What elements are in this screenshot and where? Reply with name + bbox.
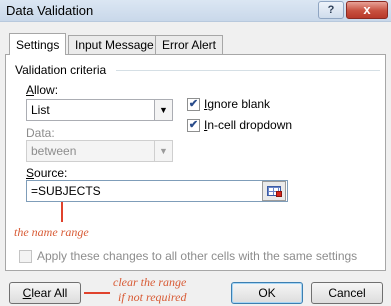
tab-settings[interactable]: Settings <box>9 33 67 55</box>
in-cell-dropdown-label: In-cell dropdown <box>204 118 293 132</box>
tab-input-message[interactable]: Input Message <box>68 35 161 54</box>
checkmark-icon: ✔ <box>188 119 199 131</box>
clear-range-annotation-line2: if not required <box>118 290 187 304</box>
settings-panel: Validation criteria Allow: List ▼ Data: … <box>5 54 386 271</box>
title-bar: Data Validation ? x <box>0 0 391 22</box>
ignore-blank-label: Ignore blank <box>204 97 271 111</box>
checkmark-icon: ✔ <box>188 98 199 110</box>
help-button[interactable]: ? <box>318 1 344 19</box>
range-selector-button[interactable] <box>262 181 286 201</box>
allow-select[interactable]: List ▼ <box>26 99 173 121</box>
help-icon: ? <box>327 4 335 16</box>
source-value: =SUBJECTS <box>31 184 101 198</box>
cancel-button[interactable]: Cancel <box>311 282 383 304</box>
data-value: between <box>31 144 77 158</box>
in-cell-dropdown-checkbox[interactable]: ✔ <box>187 119 200 132</box>
apply-all-label: Apply these changes to all other cells w… <box>37 249 358 263</box>
name-range-annotation: the name range <box>14 225 89 239</box>
name-range-pointer <box>61 202 63 222</box>
data-label: Data: <box>26 126 55 140</box>
allow-value: List <box>31 103 50 117</box>
source-label: Source: <box>26 166 68 180</box>
allow-label: Allow: <box>26 83 59 97</box>
range-selector-mark <box>276 191 282 197</box>
clear-range-pointer <box>84 292 110 294</box>
chevron-down-icon: ▼ <box>154 141 172 161</box>
close-icon: x <box>363 2 371 17</box>
data-select: between ▼ <box>26 140 173 162</box>
validation-criteria-label: Validation criteria <box>15 63 107 77</box>
ignore-blank-checkbox[interactable]: ✔ <box>187 98 200 111</box>
tab-error-alert[interactable]: Error Alert <box>155 35 224 54</box>
apply-all-checkbox <box>19 250 32 263</box>
close-button[interactable]: x <box>346 1 388 19</box>
group-divider <box>116 70 380 71</box>
source-input[interactable]: =SUBJECTS <box>26 180 288 202</box>
clear-range-annotation-line1: clear the range <box>113 275 187 289</box>
ok-button[interactable]: OK <box>231 282 303 304</box>
clear-all-button[interactable]: Clear All <box>9 282 81 304</box>
window-title: Data Validation <box>6 3 94 18</box>
chevron-down-icon[interactable]: ▼ <box>154 100 172 120</box>
